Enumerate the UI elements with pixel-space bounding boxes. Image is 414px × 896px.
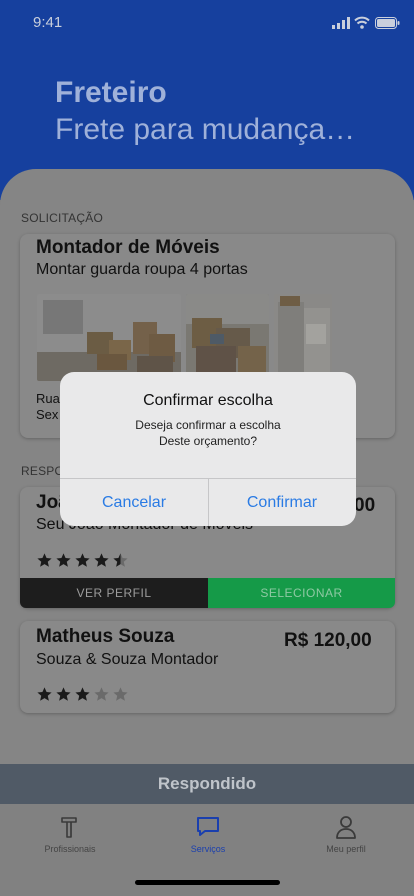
wifi-icon <box>354 16 370 29</box>
star-filled-icon <box>56 553 71 567</box>
star-half-icon <box>113 553 128 567</box>
tab-label: Profissionais <box>44 844 96 854</box>
rating-stars <box>36 552 129 569</box>
home-indicator <box>135 880 280 885</box>
battery-icon <box>375 17 400 29</box>
hammer-icon <box>61 817 77 838</box>
dialog-message-line2: Deste orçamento? <box>158 434 258 448</box>
tab-label: Serviços <box>190 844 226 854</box>
confirm-dialog: Confirmar escolha Deseja confirmar a esc… <box>60 372 356 526</box>
star-filled-icon <box>56 687 71 701</box>
request-title: Montador de Móveis <box>36 237 220 258</box>
provider-price: 00 <box>354 495 376 516</box>
star-filled-icon <box>75 687 90 701</box>
request-address-line1: Rua <box>36 391 60 406</box>
tab-meu-perfil[interactable]: Meu perfil <box>291 814 401 854</box>
star-filled-icon <box>37 687 52 701</box>
tab-label: Meu perfil <box>326 844 366 854</box>
chat-icon <box>197 817 219 836</box>
rating-stars <box>36 686 129 703</box>
provider-name: Matheus Souza <box>36 626 175 647</box>
tab-servicos[interactable]: Serviços <box>153 814 263 854</box>
app-title: Freteiro <box>55 76 167 109</box>
user-icon <box>336 816 356 839</box>
request-address-line2: Sex <box>36 407 59 422</box>
cancel-button[interactable]: Cancelar <box>60 479 208 526</box>
status-time: 9:41 <box>33 14 63 31</box>
dialog-message-line1: Deseja confirmar a escolha <box>135 418 281 432</box>
view-profile-button[interactable]: VER PERFIL <box>20 578 208 608</box>
confirm-button[interactable]: Confirmar <box>208 479 356 526</box>
dialog-title: Confirmar escolha <box>143 392 273 409</box>
request-photo-1[interactable] <box>37 294 181 381</box>
request-photo-3[interactable] <box>274 294 332 381</box>
provider-company: Souza & Souza Montador <box>36 651 219 668</box>
request-section-label: SOLICITAÇÃO <box>21 211 103 225</box>
star-filled-icon <box>37 553 52 567</box>
request-photo-2[interactable] <box>186 294 269 381</box>
select-button[interactable]: SELECIONAR <box>208 578 395 608</box>
tab-profissionais[interactable]: Profissionais <box>15 814 125 854</box>
star-filled-icon <box>94 553 109 567</box>
star-empty-icon <box>113 687 128 701</box>
star-filled-icon <box>75 553 90 567</box>
app-subtitle: Frete para mudança… <box>55 113 356 146</box>
star-empty-icon <box>94 687 109 701</box>
responded-button[interactable]: Respondido <box>0 764 414 804</box>
responses-section-label: RESPO <box>21 464 65 478</box>
provider-price: R$ 120,00 <box>284 630 372 651</box>
request-subtitle: Montar guarda roupa 4 portas <box>36 261 248 278</box>
status-bar: 9:41 <box>0 0 414 44</box>
response-card-2[interactable]: Matheus Souza R$ 120,00 Souza & Souza Mo… <box>20 621 395 713</box>
signal-icon <box>332 17 350 29</box>
